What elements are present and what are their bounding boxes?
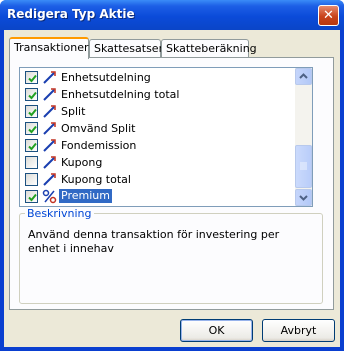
tab-label: Skattesatser — [94, 42, 164, 55]
split-line-icon — [42, 87, 57, 102]
checkbox[interactable] — [25, 139, 38, 152]
tab-skatteberakning[interactable]: Skatteberäkning — [161, 39, 257, 57]
tab-label: Skatteberäkning — [166, 42, 257, 55]
split-line-icon — [42, 138, 57, 153]
dialog-client: Transaktioner Skattesatser Skatteberäkni… — [4, 30, 340, 347]
tab-transaktioner[interactable]: Transaktioner — [9, 37, 89, 59]
list-item[interactable]: Split — [20, 103, 295, 120]
vertical-scrollbar[interactable] — [295, 68, 312, 206]
grip-icon — [300, 162, 307, 170]
percent-icon — [42, 189, 57, 204]
transaction-list[interactable]: Enhetsutdelning Enhetsutdelning total Spli… — [19, 67, 313, 207]
checkbox[interactable] — [25, 156, 38, 169]
scroll-up-button[interactable] — [295, 68, 312, 85]
checkbox[interactable] — [25, 71, 38, 84]
list-item-label: Fondemission — [61, 139, 137, 152]
list-item-label: Split — [61, 105, 86, 118]
checkbox[interactable] — [25, 88, 38, 101]
checkbox[interactable] — [25, 122, 38, 135]
split-line-icon — [42, 172, 57, 187]
list-item[interactable]: Enhetsutdelning total — [20, 86, 295, 103]
split-line-icon — [42, 155, 57, 170]
window-title: Redigera Typ Aktie — [7, 7, 135, 21]
chevron-up-icon — [299, 73, 308, 79]
ok-button[interactable]: OK — [180, 319, 253, 342]
close-button[interactable]: ✕ — [318, 5, 339, 26]
list-item-label: Enhetsutdelning total — [61, 88, 180, 101]
cancel-label: Avbryt — [280, 324, 317, 337]
tab-skattesatser[interactable]: Skattesatser — [89, 39, 164, 57]
description-title: Beskrivning — [25, 207, 94, 220]
tab-label: Transaktioner — [14, 41, 89, 54]
ok-label: OK — [208, 324, 225, 337]
list-item-label: Enhetsutdelning — [61, 71, 151, 84]
list-item[interactable]: Kupong — [20, 154, 295, 171]
list-item[interactable]: Omvänd Split — [20, 120, 295, 137]
list-item[interactable]: Fondemission — [20, 137, 295, 154]
list-item-label: Omvänd Split — [61, 122, 136, 135]
dialog-window: Redigera Typ Aktie ✕ Transaktioner Skatt… — [0, 0, 344, 351]
description-text: Använd denna transaktion för investering… — [28, 228, 280, 255]
list-item[interactable]: Enhetsutdelning — [20, 69, 295, 86]
split-line-icon — [42, 104, 57, 119]
split-line-icon — [42, 121, 57, 136]
checkbox[interactable] — [25, 105, 38, 118]
title-bar[interactable]: Redigera Typ Aktie ✕ — [0, 0, 344, 30]
checkbox[interactable] — [25, 190, 38, 203]
description-group — [19, 213, 323, 304]
close-icon: ✕ — [323, 8, 334, 23]
list-item[interactable]: Kupong total — [20, 171, 295, 188]
split-line-icon — [42, 70, 57, 85]
list-item-label: Kupong — [61, 156, 103, 169]
list-item-label: Premium — [59, 189, 112, 203]
checkbox[interactable] — [25, 173, 38, 186]
list-item-label: Kupong total — [61, 173, 131, 186]
scroll-thumb[interactable] — [295, 145, 312, 188]
list-item[interactable]: Premium — [20, 188, 295, 205]
cancel-button[interactable]: Avbryt — [262, 319, 335, 342]
scroll-down-button[interactable] — [295, 189, 312, 206]
chevron-down-icon — [299, 195, 308, 201]
